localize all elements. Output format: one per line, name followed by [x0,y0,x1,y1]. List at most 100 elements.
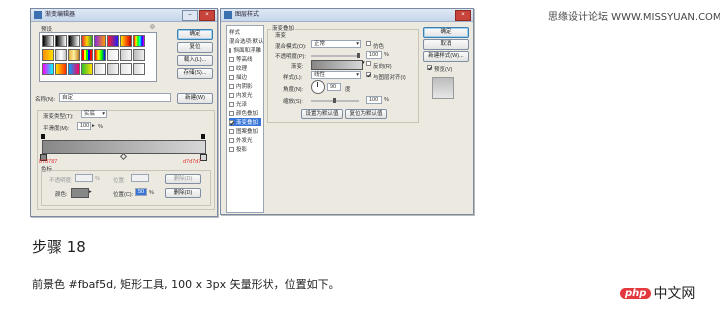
name-field[interactable]: 自定 [59,93,171,102]
style-item-checkbox[interactable] [229,101,234,107]
style-item[interactable]: 等高线 [229,55,261,63]
angle-field[interactable]: 90 [327,83,341,91]
gradient-dropdown-icon[interactable]: ▾ [362,60,365,66]
scale-field[interactable]: 100 [366,96,382,104]
style-item[interactable]: 描边 [229,73,261,81]
preset-swatch[interactable] [42,49,54,61]
style-item-checkbox[interactable] [229,83,234,89]
style-item[interactable]: 光泽 [229,100,261,108]
reset-default-button[interactable]: 复位为默认值 [345,109,387,119]
ok-button[interactable]: 确定 [423,27,469,38]
preset-swatch[interactable] [68,63,80,75]
style-item-checkbox[interactable] [229,146,234,152]
style-item[interactable]: 斜面和浮雕 [229,46,261,54]
style-item[interactable]: 图案叠加 [229,127,261,135]
style-item-checkbox[interactable] [229,47,232,53]
preset-swatch[interactable] [120,49,132,61]
preset-swatch[interactable] [107,63,119,75]
make-default-button[interactable]: 设置为默认值 [301,109,343,119]
style-item[interactable]: 渐变叠加 [229,118,261,126]
preset-swatch[interactable] [133,49,145,61]
preset-swatch[interactable] [133,63,145,75]
reverse-checkbox[interactable] [366,61,371,66]
style-item-label: 颜色叠加 [236,111,259,117]
preview-checkbox[interactable] [427,65,432,70]
style-item-checkbox[interactable] [229,92,234,98]
align-with-layer-checkbox[interactable] [366,72,371,77]
reset-button[interactable]: 复位 [177,42,213,53]
presets-menu-icon[interactable]: ◎ [150,24,155,30]
close-icon[interactable]: × [455,10,471,21]
gradient-editor-titlebar[interactable]: 渐变编辑器 – × [31,9,217,22]
style-value: 线性 [314,72,326,78]
styles-header[interactable]: 样式 [229,28,240,36]
layer-style-titlebar[interactable]: 图层样式 × [221,9,473,22]
preset-swatch[interactable] [94,49,106,61]
cancel-button[interactable]: 取消 [423,39,469,50]
preset-swatch[interactable] [120,35,132,47]
style-item-label: 投影 [236,147,248,153]
preset-swatch[interactable] [81,49,93,61]
preset-swatch[interactable] [68,35,80,47]
style-item[interactable]: 内阴影 [229,82,261,90]
preset-swatch[interactable] [55,35,67,47]
opacity-stop-right[interactable] [201,134,205,139]
gradient-preview[interactable] [311,60,363,70]
presets-grid [39,32,157,82]
gradient-type-select[interactable]: 实底 ▾ [81,110,107,118]
dither-checkbox[interactable] [366,41,371,46]
style-item-label: 图案叠加 [236,129,259,135]
angle-dial[interactable] [311,80,325,94]
preset-swatch[interactable] [81,35,93,47]
opacity-slider-thumb[interactable] [357,53,360,58]
chevron-right-icon[interactable]: ▸ [92,123,95,129]
style-item[interactable]: 内发光 [229,91,261,99]
preset-swatch[interactable] [107,49,119,61]
opacity-slider[interactable] [311,55,359,57]
preset-swatch[interactable] [42,35,54,47]
scale-slider-thumb[interactable] [333,98,336,103]
name-label: 名称(N): [35,97,56,103]
color-location-field[interactable]: 50 [135,188,147,196]
style-item-checkbox[interactable] [229,74,234,80]
preset-swatch[interactable] [81,63,93,75]
delete-opacity-stop-button[interactable]: 删除(D) [165,174,201,184]
preset-swatch[interactable] [94,35,106,47]
ok-button[interactable]: 确定 [177,29,213,40]
stop-color-swatch[interactable] [71,188,89,198]
style-item[interactable]: 外发光 [229,136,261,144]
opacity-field[interactable]: 100 [366,51,382,59]
minimize-button[interactable]: – [182,10,198,21]
gradient-bar[interactable] [42,140,206,154]
style-item[interactable]: 纹理 [229,64,261,72]
preset-swatch[interactable] [94,63,106,75]
new-style-button[interactable]: 新建样式(W)... [423,51,469,62]
style-item[interactable]: 投影 [229,145,261,153]
style-item-checkbox[interactable] [229,128,234,134]
blend-mode-select[interactable]: 正常 ▾ [311,40,361,48]
load-button[interactable]: 载入(L)... [177,55,213,66]
preset-swatch[interactable] [107,35,119,47]
preset-swatch[interactable] [133,35,145,47]
style-item-label: 描边 [236,75,248,81]
style-select[interactable]: 线性 ▾ [311,71,361,79]
preset-swatch[interactable] [55,63,67,75]
close-icon[interactable]: × [199,10,215,21]
delete-color-stop-button[interactable]: 删除(D) [165,188,201,198]
style-item-checkbox[interactable] [229,119,234,125]
style-item-checkbox[interactable] [229,110,234,116]
save-button[interactable]: 存储(S)... [177,68,213,79]
color-menu-arrow-icon[interactable]: ▸ [89,189,92,195]
style-item-checkbox[interactable] [229,56,234,62]
opacity-stop-left[interactable] [41,134,45,139]
preset-swatch[interactable] [42,63,54,75]
blending-options-item[interactable]: 混合选项:默认 [229,37,264,45]
new-gradient-button[interactable]: 新建(W) [177,93,213,104]
style-item[interactable]: 颜色叠加 [229,109,261,117]
style-item-checkbox[interactable] [229,65,234,71]
preset-swatch[interactable] [68,49,80,61]
smoothness-field[interactable]: 100 [77,122,91,130]
preset-swatch[interactable] [120,63,132,75]
preset-swatch[interactable] [55,49,67,61]
style-item-checkbox[interactable] [229,137,234,143]
